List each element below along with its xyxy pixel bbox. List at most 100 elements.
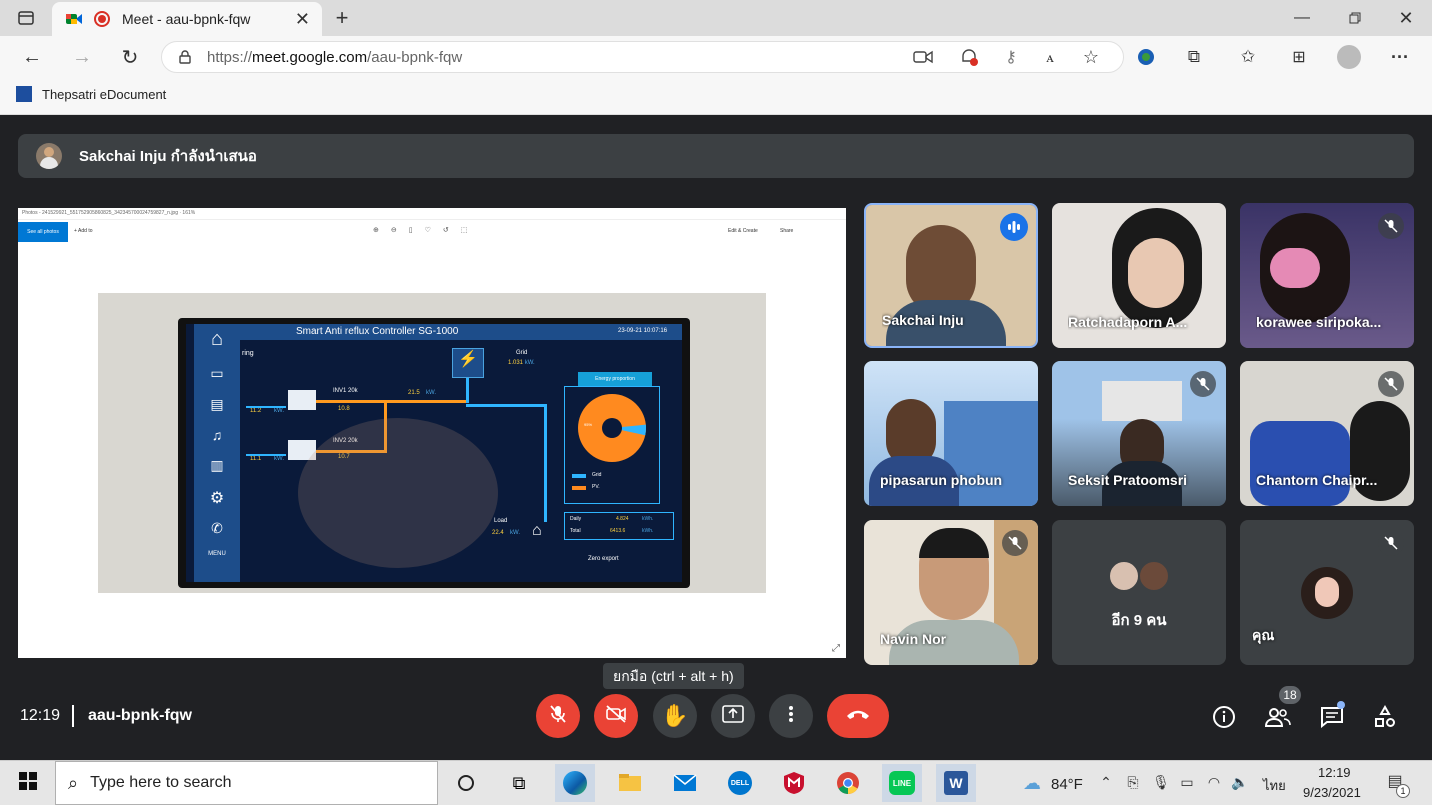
taskbar-search[interactable]: ⌕ Type here to search [55, 761, 438, 805]
volume-icon[interactable]: 🔈 [1230, 772, 1250, 792]
minimize-icon[interactable]: — [1290, 6, 1314, 30]
participant-tile[interactable]: Ratchadaporn A... [1052, 203, 1226, 348]
collections-icon[interactable]: ⊞ [1287, 46, 1311, 68]
meeting-info-icon[interactable] [1211, 704, 1237, 730]
grid-unit: kW. [524, 360, 535, 366]
participant-name: pipasarun phobun [880, 472, 1003, 488]
see-all-photos-button[interactable]: See all photos [18, 222, 68, 242]
flow-value: 21.5 [408, 390, 420, 396]
daily-unit: kWh. [642, 516, 654, 522]
word-icon[interactable]: W [936, 764, 976, 802]
participant-tile[interactable]: Seksit Pratoomsri [1052, 361, 1226, 506]
share-button[interactable]: Share [780, 228, 793, 234]
microphone-tray-icon[interactable]: 🎙 [1151, 772, 1171, 792]
lock-icon [179, 50, 191, 64]
activities-icon[interactable] [1372, 704, 1398, 730]
total-value: 6413.6 [610, 528, 626, 534]
more-options-button[interactable] [769, 694, 813, 738]
add-to-button[interactable]: + Add to [74, 228, 93, 234]
dell-icon[interactable]: DELL [720, 764, 760, 802]
mail-icon[interactable] [665, 764, 705, 802]
pv1-value: 11.2 [250, 408, 262, 414]
mic-off-icon [1002, 530, 1028, 556]
search-placeholder: Type here to search [90, 774, 232, 791]
raise-hand-tooltip: ยกมือ (ctrl + alt + h) [603, 663, 744, 689]
translate-icon[interactable]: ꭺ [1038, 46, 1062, 68]
participant-count-badge: 18 [1279, 686, 1301, 704]
profile-avatar[interactable] [1337, 45, 1361, 69]
mcafee-icon[interactable] [774, 764, 814, 802]
participant-name: Seksit Pratoomsri [1068, 472, 1188, 488]
grid-tower-icon: ⚡ [452, 348, 484, 378]
extensions-icon[interactable]: ⧉ [1182, 46, 1206, 68]
camera-permission-icon[interactable] [911, 46, 935, 68]
weather-temp: 84°F [1051, 776, 1083, 793]
present-button[interactable] [711, 694, 755, 738]
tab-actions-icon[interactable] [10, 6, 42, 30]
mic-off-icon [1190, 371, 1216, 397]
edge-taskbar-icon[interactable] [555, 764, 595, 802]
refresh-icon[interactable]: ↻ [118, 45, 142, 69]
total-label: Total [570, 528, 581, 534]
more-menu-icon[interactable]: ··· [1388, 46, 1412, 68]
url-host: meet.google.com [252, 48, 368, 66]
favorites-icon[interactable]: ✩ [1236, 46, 1260, 68]
mic-toggle-button[interactable] [536, 694, 580, 738]
expand-icon[interactable]: ⤢ [832, 643, 840, 654]
cortana-icon[interactable] [446, 764, 486, 802]
leave-call-button[interactable] [827, 694, 889, 738]
participant-tile[interactable]: Navin Nor [864, 520, 1038, 665]
device-date: 23-09-21 10:07:16 [618, 328, 668, 334]
task-view-icon[interactable]: ⧉ [499, 764, 539, 802]
notification-count-badge: 1 [1396, 784, 1410, 798]
extension-shield-icon[interactable] [1134, 46, 1158, 68]
notification-blocked-icon[interactable] [957, 46, 981, 68]
grid-value: 1.031 [508, 360, 524, 366]
browser-tab[interactable]: Meet - aau-bpnk-fqw ✕ [52, 2, 322, 36]
file-explorer-icon[interactable] [610, 764, 650, 802]
participant-tile[interactable]: pipasarun phobun [864, 361, 1038, 506]
self-name: คุณ [1252, 627, 1275, 643]
clock-date: 9/23/2021 [1303, 785, 1361, 800]
edit-create-button[interactable]: Edit & Create [728, 228, 758, 234]
show-hidden-icons-icon[interactable]: ⌃ [1097, 772, 1115, 792]
favorite-link[interactable]: Thepsatri eDocument [42, 87, 166, 102]
language-indicator[interactable]: ไทย [1263, 775, 1286, 796]
people-icon[interactable] [1264, 704, 1292, 730]
wifi-icon[interactable]: ◠ [1204, 772, 1224, 792]
participant-tile[interactable]: korawee siripoka... [1240, 203, 1414, 348]
grid-label: Grid [516, 350, 528, 356]
meet-now-icon[interactable]: ⎘ [1123, 772, 1143, 792]
add-favorite-icon[interactable]: ☆ [1079, 46, 1103, 68]
start-button[interactable] [8, 764, 48, 802]
restore-icon[interactable] [1343, 6, 1367, 30]
shared-screen: Photos - 241529921_551752905860825_34234… [18, 208, 846, 658]
mic-off-icon [548, 704, 568, 729]
close-window-icon[interactable]: ✕ [1394, 6, 1418, 30]
clock-time: 12:19 [1318, 765, 1351, 780]
energy-pie-chart [578, 394, 646, 462]
participant-tile[interactable]: Sakchai Inju [864, 203, 1038, 348]
device-ring-label: ring [242, 350, 254, 357]
key-icon[interactable]: ⚷ [999, 46, 1023, 68]
participant-name: Sakchai Inju [882, 312, 964, 328]
new-tab-icon[interactable]: + [330, 5, 354, 30]
self-tile[interactable]: คุณ [1240, 520, 1414, 665]
forward-icon[interactable]: → [70, 45, 94, 69]
back-icon[interactable]: ← [20, 45, 44, 69]
inv1-label: INV1 20k [333, 388, 358, 394]
battery-icon[interactable]: ▭ [1177, 772, 1197, 792]
line-app-icon[interactable]: LINE [882, 764, 922, 802]
presenter-avatar [36, 143, 62, 169]
close-tab-icon[interactable]: ✕ [295, 9, 310, 30]
more-participants-tile[interactable]: อีก 9 คน [1052, 520, 1226, 665]
participant-name: Ratchadaporn A... [1068, 314, 1188, 330]
favorites-bar [0, 78, 1432, 115]
chrome-icon[interactable] [828, 764, 868, 802]
participant-tile[interactable]: Chantorn Chaipr... [1240, 361, 1414, 506]
pie-percent: 95% [584, 422, 593, 427]
camera-toggle-button[interactable] [594, 694, 638, 738]
url-path: /aau-bpnk-fqw [367, 48, 463, 66]
raise-hand-button[interactable]: ✋ [653, 694, 697, 738]
energy-title: Energy proportion [578, 372, 652, 386]
